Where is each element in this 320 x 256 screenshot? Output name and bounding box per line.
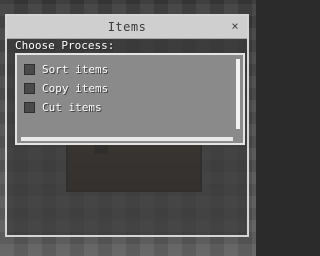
- option-label: Sort items: [42, 63, 109, 76]
- checkbox[interactable]: [24, 83, 35, 94]
- process-option-sort[interactable]: Sort items: [21, 61, 231, 79]
- process-option-copy[interactable]: Copy items: [21, 80, 231, 98]
- checkbox[interactable]: [24, 64, 35, 75]
- option-label: Cut items: [42, 101, 102, 114]
- choose-process-label: Choose Process:: [15, 39, 115, 52]
- items-dialog: Items × Choose Process: Sort items Copy …: [5, 14, 249, 237]
- list-scrollbar[interactable]: [236, 59, 240, 129]
- dialog-title: Items: [107, 20, 147, 34]
- process-list: Sort items Copy items Cut items: [15, 53, 245, 145]
- list-bottom-edge: [21, 137, 233, 141]
- process-option-cut[interactable]: Cut items: [21, 99, 231, 117]
- close-icon[interactable]: ×: [228, 19, 242, 33]
- option-label: Copy items: [42, 82, 109, 95]
- checkbox[interactable]: [24, 102, 35, 113]
- dialog-titlebar: Items ×: [7, 16, 247, 39]
